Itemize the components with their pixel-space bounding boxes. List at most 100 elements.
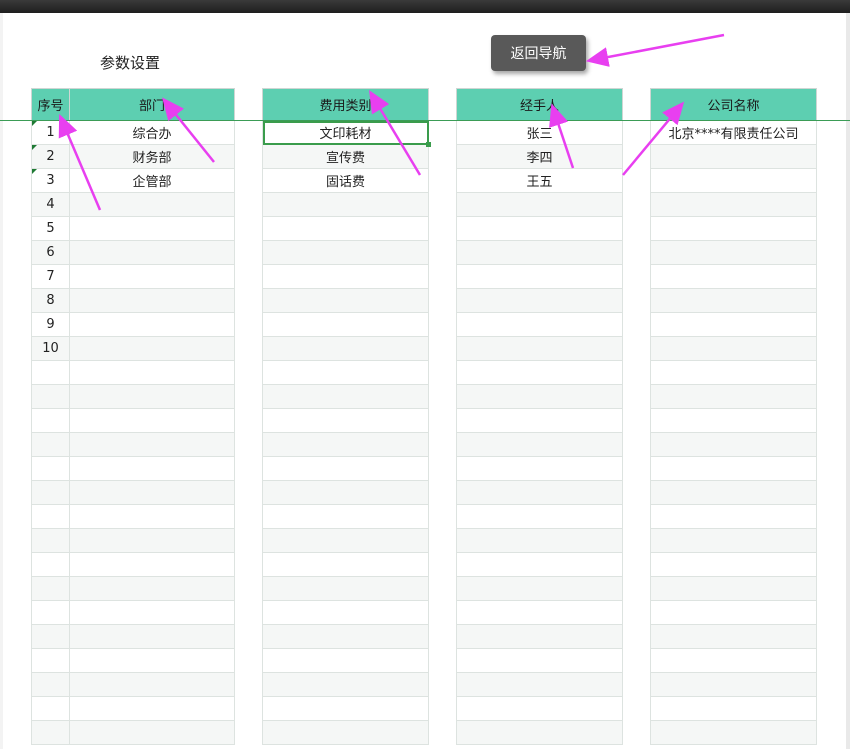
header-expense-category[interactable]: 费用类别 — [262, 88, 429, 121]
seq-cell[interactable] — [31, 408, 70, 433]
seq-cell[interactable] — [31, 384, 70, 409]
company-name-cell[interactable] — [650, 360, 817, 385]
company-name-cell[interactable] — [650, 312, 817, 337]
handler-cell[interactable] — [456, 456, 623, 481]
handler-cell[interactable] — [456, 504, 623, 529]
company-name-cell[interactable] — [650, 624, 817, 649]
seq-cell[interactable] — [31, 600, 70, 625]
seq-cell[interactable]: 6 — [31, 240, 70, 265]
company-name-cell[interactable] — [650, 672, 817, 697]
company-name-cell[interactable] — [650, 168, 817, 193]
seq-cell[interactable] — [31, 696, 70, 721]
seq-cell[interactable] — [31, 552, 70, 577]
seq-cell[interactable]: 8 — [31, 288, 70, 313]
department-cell[interactable] — [69, 600, 235, 625]
expense-category-cell[interactable] — [262, 384, 429, 409]
expense-category-cell[interactable] — [262, 552, 429, 577]
expense-category-cell[interactable] — [262, 240, 429, 265]
expense-category-cell[interactable] — [262, 312, 429, 337]
department-cell[interactable] — [69, 288, 235, 313]
handler-cell[interactable] — [456, 432, 623, 457]
handler-cell[interactable] — [456, 408, 623, 433]
header-handler[interactable]: 经手人 — [456, 88, 623, 121]
department-cell[interactable] — [69, 480, 235, 505]
company-name-cell[interactable] — [650, 336, 817, 361]
company-name-cell[interactable] — [650, 648, 817, 673]
handler-cell[interactable] — [456, 600, 623, 625]
department-cell[interactable]: 财务部 — [69, 144, 235, 169]
company-name-cell[interactable] — [650, 456, 817, 481]
seq-cell[interactable]: 3 — [31, 168, 70, 193]
expense-category-cell[interactable] — [262, 408, 429, 433]
handler-cell[interactable] — [456, 624, 623, 649]
handler-cell[interactable] — [456, 240, 623, 265]
seq-cell[interactable] — [31, 528, 70, 553]
expense-category-cell[interactable] — [262, 456, 429, 481]
seq-cell[interactable]: 1 — [31, 120, 70, 145]
expense-category-cell[interactable] — [262, 432, 429, 457]
seq-cell[interactable]: 2 — [31, 144, 70, 169]
company-name-cell[interactable] — [650, 240, 817, 265]
handler-cell[interactable]: 王五 — [456, 168, 623, 193]
department-cell[interactable] — [69, 624, 235, 649]
expense-category-cell[interactable] — [262, 216, 429, 241]
company-name-cell[interactable] — [650, 384, 817, 409]
seq-cell[interactable] — [31, 624, 70, 649]
handler-cell[interactable] — [456, 576, 623, 601]
company-name-cell[interactable] — [650, 480, 817, 505]
expense-category-cell[interactable] — [262, 192, 429, 217]
department-cell[interactable] — [69, 672, 235, 697]
expense-category-cell[interactable] — [262, 504, 429, 529]
department-cell[interactable] — [69, 648, 235, 673]
seq-cell[interactable]: 4 — [31, 192, 70, 217]
expense-category-cell[interactable] — [262, 288, 429, 313]
department-cell[interactable] — [69, 408, 235, 433]
handler-cell[interactable] — [456, 312, 623, 337]
company-name-cell[interactable] — [650, 216, 817, 241]
seq-cell[interactable] — [31, 360, 70, 385]
handler-cell[interactable] — [456, 672, 623, 697]
company-name-cell[interactable] — [650, 408, 817, 433]
department-cell[interactable] — [69, 504, 235, 529]
expense-category-cell[interactable]: 宣传费 — [262, 144, 429, 169]
department-cell[interactable] — [69, 216, 235, 241]
expense-category-cell[interactable] — [262, 336, 429, 361]
seq-cell[interactable]: 7 — [31, 264, 70, 289]
seq-cell[interactable] — [31, 456, 70, 481]
seq-cell[interactable] — [31, 480, 70, 505]
company-name-cell[interactable] — [650, 432, 817, 457]
seq-cell[interactable] — [31, 432, 70, 457]
company-name-cell[interactable] — [650, 720, 817, 745]
handler-cell[interactable] — [456, 480, 623, 505]
seq-cell[interactable] — [31, 576, 70, 601]
company-name-cell[interactable] — [650, 552, 817, 577]
handler-cell[interactable] — [456, 216, 623, 241]
expense-category-cell[interactable] — [262, 576, 429, 601]
department-cell[interactable] — [69, 720, 235, 745]
seq-cell[interactable]: 10 — [31, 336, 70, 361]
department-cell[interactable] — [69, 192, 235, 217]
handler-cell[interactable] — [456, 720, 623, 745]
expense-category-cell[interactable] — [262, 600, 429, 625]
department-cell[interactable]: 综合办 — [69, 120, 235, 145]
handler-cell[interactable]: 李四 — [456, 144, 623, 169]
expense-category-cell[interactable] — [262, 480, 429, 505]
department-cell[interactable] — [69, 264, 235, 289]
handler-cell[interactable] — [456, 192, 623, 217]
expense-category-cell[interactable] — [262, 624, 429, 649]
handler-cell[interactable] — [456, 384, 623, 409]
department-cell[interactable] — [69, 528, 235, 553]
header-seq[interactable]: 序号 — [31, 88, 70, 121]
expense-category-cell[interactable]: 文印耗材 — [262, 120, 432, 148]
seq-cell[interactable] — [31, 504, 70, 529]
company-name-cell[interactable]: 北京****有限责任公司 — [650, 120, 817, 145]
expense-category-cell[interactable] — [262, 696, 429, 721]
department-cell[interactable] — [69, 576, 235, 601]
header-department[interactable]: 部门 — [69, 88, 235, 121]
department-cell[interactable] — [69, 552, 235, 577]
company-name-cell[interactable] — [650, 576, 817, 601]
company-name-cell[interactable] — [650, 696, 817, 721]
seq-cell[interactable]: 9 — [31, 312, 70, 337]
handler-cell[interactable] — [456, 552, 623, 577]
header-company-name[interactable]: 公司名称 — [650, 88, 817, 121]
